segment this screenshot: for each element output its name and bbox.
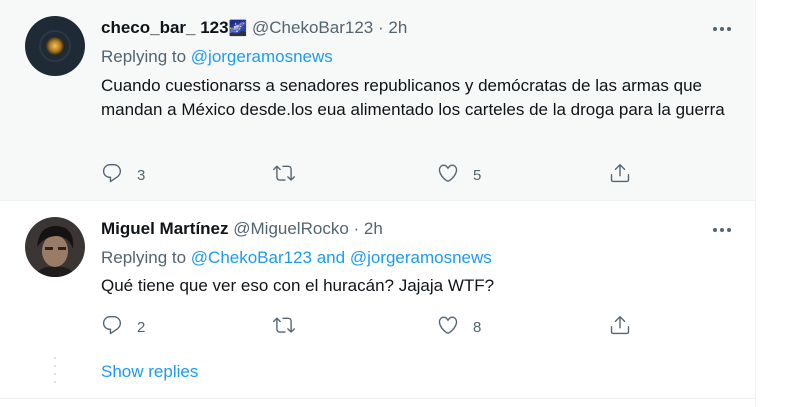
like-icon: [437, 314, 459, 340]
tweet-actions: 2 8: [101, 312, 661, 342]
separator-dot: ·: [353, 219, 360, 238]
reply-button[interactable]: 3: [101, 160, 145, 190]
reply-count: 3: [137, 166, 146, 184]
retweet-icon: [273, 162, 295, 188]
mention-link[interactable]: @jorgeramosnews: [191, 47, 333, 66]
replying-to-label: Replying to: [101, 248, 191, 267]
author-handle[interactable]: @MiguelRocko: [233, 219, 349, 238]
mention-link[interactable]: @jorgeramosnews: [350, 248, 492, 267]
divider: [0, 398, 755, 399]
retweet-icon: [273, 314, 295, 340]
reply-icon: [101, 162, 123, 188]
panel-border: [755, 0, 756, 407]
tweet-actions: 3 5: [101, 160, 661, 190]
tweet[interactable]: checo_bar_ 123🌌 @ChekoBar123 · 2h Replyi…: [0, 0, 755, 200]
replying-to: Replying to @jorgeramosnews: [101, 47, 333, 67]
author-handle[interactable]: @ChekoBar123: [252, 18, 373, 37]
share-button[interactable]: [609, 160, 631, 190]
mention-link[interactable]: @ChekoBar123: [191, 248, 312, 267]
separator-dot: ·: [377, 18, 384, 37]
reply-button[interactable]: 2: [101, 312, 145, 342]
like-button[interactable]: 5: [437, 160, 481, 190]
avatar[interactable]: [25, 16, 85, 76]
thread-connector: [54, 356, 56, 384]
share-button[interactable]: [609, 312, 631, 342]
like-count: 8: [473, 318, 482, 336]
author-name[interactable]: Miguel Martínez: [101, 219, 229, 238]
conversation-panel: checo_bar_ 123🌌 @ChekoBar123 · 2h Replyi…: [0, 0, 755, 407]
author-name[interactable]: checo_bar_ 123: [101, 18, 229, 37]
like-count: 5: [473, 166, 482, 184]
reply-icon: [101, 314, 123, 340]
tweet[interactable]: Miguel Martínez @MiguelRocko · 2h Replyi…: [0, 201, 755, 351]
tweet-timestamp[interactable]: 2h: [388, 18, 407, 37]
show-replies-link[interactable]: Show replies: [101, 362, 198, 382]
galaxy-emoji-icon: 🌌: [228, 20, 248, 37]
more-icon[interactable]: [706, 14, 738, 44]
replying-to: Replying to @ChekoBar123 and @jorgeramos…: [101, 248, 492, 268]
share-icon: [609, 314, 631, 340]
mention-join: and: [312, 248, 350, 267]
share-icon: [609, 162, 631, 188]
avatar[interactable]: [25, 217, 85, 277]
tweet-header: checo_bar_ 123🌌 @ChekoBar123 · 2h: [101, 18, 407, 38]
more-icon[interactable]: [706, 215, 738, 245]
reply-count: 2: [137, 318, 146, 336]
retweet-button[interactable]: [273, 160, 309, 190]
tweet-header: Miguel Martínez @MiguelRocko · 2h: [101, 219, 383, 239]
replying-to-label: Replying to: [101, 47, 191, 66]
like-icon: [437, 162, 459, 188]
tweet-timestamp[interactable]: 2h: [364, 219, 383, 238]
retweet-button[interactable]: [273, 312, 309, 342]
tweet-text: Qué tiene que ver eso con el huracán? Ja…: [101, 276, 495, 295]
like-button[interactable]: 8: [437, 312, 481, 342]
tweet-text: Cuando cuestionarss a senadores republic…: [101, 76, 725, 119]
